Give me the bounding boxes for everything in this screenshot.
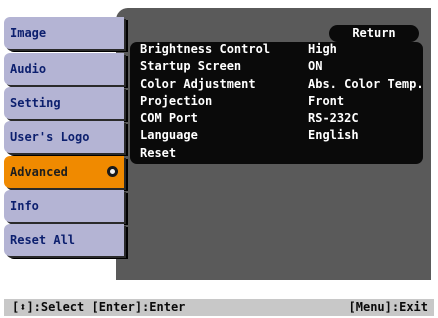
setting-row-brightness-control[interactable]: Brightness Control High	[140, 42, 337, 57]
setting-label: Reset	[140, 146, 177, 160]
setting-value: RS-232C	[308, 111, 359, 125]
enter-icon	[107, 166, 118, 177]
setting-row-language[interactable]: Language English	[140, 128, 359, 143]
projector-menu: Image Audio Setting User's Logo Advanced…	[0, 0, 438, 318]
setting-value: High	[308, 42, 337, 56]
tab-label: Info	[10, 199, 39, 213]
tab-label: Advanced	[10, 165, 68, 179]
setting-row-reset[interactable]: Reset	[140, 146, 176, 161]
setting-value: ON	[308, 59, 323, 73]
tab-audio[interactable]: Audio	[4, 53, 124, 85]
return-button[interactable]: Return	[329, 25, 419, 42]
tab-label: Image	[10, 26, 47, 40]
setting-label: COM Port	[140, 111, 198, 125]
tab-advanced[interactable]: Advanced	[4, 156, 124, 188]
setting-row-color-adjustment[interactable]: Color Adjustment Abs. Color Temp.	[140, 77, 424, 92]
setting-label: Color Adjustment	[140, 77, 256, 91]
setting-label: Language	[140, 128, 198, 142]
setting-row-com-port[interactable]: COM Port RS-232C	[140, 111, 359, 126]
tab-label: User's Logo	[10, 130, 90, 144]
setting-value: Abs. Color Temp.	[308, 77, 424, 91]
tab-setting[interactable]: Setting	[4, 87, 124, 119]
setting-label: Projection	[140, 94, 213, 108]
tab-label: Audio	[10, 62, 47, 76]
setting-row-projection[interactable]: Projection Front	[140, 94, 344, 109]
tab-image[interactable]: Image	[4, 17, 124, 49]
setting-value: English	[308, 128, 359, 142]
help-left: [⬍]:Select [Enter]:Enter	[12, 300, 186, 314]
tab-label: Setting	[10, 96, 61, 110]
tab-users-logo[interactable]: User's Logo	[4, 121, 124, 153]
setting-label: Startup Screen	[140, 59, 242, 73]
setting-value: Front	[308, 94, 345, 108]
tab-info[interactable]: Info	[4, 190, 124, 222]
setting-label: Brightness Control	[140, 42, 271, 56]
help-right: [Menu]:Exit	[348, 300, 428, 314]
setting-row-startup-screen[interactable]: Startup Screen ON	[140, 59, 322, 74]
tab-label: Reset All	[10, 233, 76, 247]
help-bar: [⬍]:Select [Enter]:Enter [Menu]:Exit	[4, 299, 434, 316]
tab-reset-all[interactable]: Reset All	[4, 224, 124, 256]
